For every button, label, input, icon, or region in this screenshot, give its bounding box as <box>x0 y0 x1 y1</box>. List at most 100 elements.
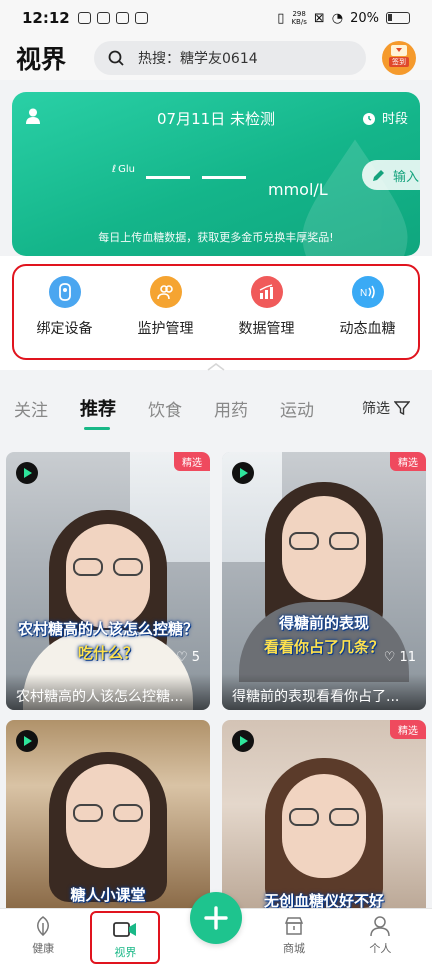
quick-menu: 绑定设备 监护管理 数据管理 N 动态血糖 <box>12 264 420 360</box>
leaf-icon <box>37 916 50 936</box>
data-management-button[interactable]: 数据管理 <box>216 266 317 358</box>
nav-label: 商城 <box>282 942 305 955</box>
featured-badge: 精选 <box>390 452 426 471</box>
battery-percent: 20% <box>350 10 379 26</box>
featured-badge: 精选 <box>174 452 210 471</box>
video-card[interactable]: 精选 农村糖高的人该怎么控糖？ 吃什么？ ♡ 5 农村糖高的人该怎么控糖... <box>6 452 210 710</box>
search-icon <box>108 50 124 66</box>
video-overlay-text: 无创血糖仪好不好 <box>263 892 384 908</box>
status-time: 12:12 <box>22 9 70 27</box>
signin-label: 签到 <box>389 57 409 67</box>
guardian-management-button[interactable]: 监护管理 <box>115 266 216 358</box>
glasses <box>73 804 143 822</box>
play-icon <box>16 462 38 484</box>
collapse-chevron-icon[interactable] <box>204 360 228 372</box>
video-card[interactable]: 精选 得糖前的表现 看看你占了几条？ ♡ 11 得糖前的表现看看你占了... <box>222 452 426 710</box>
filter-label: 筛选 <box>362 401 390 417</box>
quick-menu-label: 数据管理 <box>238 321 295 337</box>
sim-icon: ⊠ <box>313 10 325 26</box>
video-overlay-text: 得糖前的表现 <box>278 614 369 632</box>
tab-follow[interactable]: 关注 <box>14 396 48 421</box>
guardian-icon <box>149 276 182 308</box>
app-icon <box>115 12 129 24</box>
status-bar: 12:12 ▯ 298 KB/s ⊠ ◔ 20% <box>0 0 432 36</box>
device-icon <box>48 276 81 308</box>
alarm-clock-icon <box>362 112 375 125</box>
glasses <box>73 558 143 576</box>
quick-menu-label: 监护管理 <box>137 321 194 337</box>
filter-button[interactable]: 筛选 <box>362 398 410 418</box>
page-title: 视界 <box>16 45 67 74</box>
video-thumbnail: 糖人小课堂 <box>6 720 210 908</box>
period-selector[interactable]: 时段 <box>361 108 408 127</box>
input-button[interactable]: 输入 <box>362 160 420 190</box>
date-status: 07月11日 未检测 <box>157 110 275 128</box>
svg-text:N: N <box>360 288 367 299</box>
quick-menu-label: 动态血糖 <box>339 321 396 337</box>
glucose-value-placeholder <box>146 176 190 179</box>
video-overlay-text: 农村糖高的人该怎么控糖？ <box>17 620 198 638</box>
add-post-button[interactable] <box>190 892 242 944</box>
glucose-card[interactable]: 07月11日 未检测 时段 ℓ Glu mmol/L 输入 每日上传血糖数据，获… <box>12 92 420 256</box>
notification-icon <box>77 12 91 24</box>
battery-icon <box>386 12 410 24</box>
search-placeholder: 热搜：糖学友0614 <box>138 51 258 67</box>
plus-icon <box>204 906 228 930</box>
nav-vision[interactable]: 视界 <box>90 911 161 964</box>
nav-label: 视界 <box>114 946 137 959</box>
tab-medication[interactable]: 用药 <box>214 396 248 421</box>
notification-icons <box>77 12 148 24</box>
signal-icon: N <box>351 276 384 308</box>
reward-tip: 每日上传血糖数据，获取更多金币兑换丰厚奖品! <box>98 231 334 244</box>
video-title: 农村糖高的人该怎么控糖... <box>6 674 210 710</box>
heart-icon: ♡ <box>383 650 396 665</box>
nav-health[interactable]: 健康 <box>0 909 86 964</box>
tab-recommend[interactable]: 推荐 <box>80 395 116 430</box>
funnel-icon <box>394 401 410 416</box>
play-icon <box>232 730 254 752</box>
nav-label: 个人 <box>369 942 392 955</box>
video-thumbnail: 精选 得糖前的表现 看看你占了几条？ ♡ 11 得糖前的表现看看你占了... <box>222 452 426 710</box>
wechat-icon <box>96 12 110 24</box>
like-count[interactable]: ♡ 5 <box>176 650 200 665</box>
glasses <box>289 532 359 550</box>
play-icon <box>16 730 38 752</box>
nav-profile[interactable]: 个人 <box>337 909 423 964</box>
search-bar[interactable]: 热搜：糖学友0614 <box>94 41 367 75</box>
wifi-icon: ◔ <box>331 10 344 26</box>
glucose-unit: mmol/L <box>268 180 328 199</box>
video-overlay-text: 吃什么？ <box>77 644 138 662</box>
nav-label: 健康 <box>32 942 55 955</box>
nav-store[interactable]: 商城 <box>251 909 337 964</box>
person-icon <box>370 916 391 937</box>
play-icon <box>232 462 254 484</box>
bind-device-button[interactable]: 绑定设备 <box>14 266 115 358</box>
video-card[interactable]: 糖人小课堂 <box>6 720 210 908</box>
gift-tv-icon <box>391 45 407 56</box>
heart-icon: ♡ <box>176 650 188 665</box>
input-label: 输入 <box>393 169 420 185</box>
period-label: 时段 <box>381 112 408 127</box>
tab-diet[interactable]: 饮食 <box>148 396 182 421</box>
signin-button[interactable]: 签到 <box>382 41 416 75</box>
glucose-value-placeholder <box>202 176 246 179</box>
video-card[interactable]: 精选 无创血糖仪好不好 <box>222 720 426 908</box>
net-speed: 298 KB/s <box>291 10 307 26</box>
person-face <box>66 524 150 628</box>
app-icon <box>134 12 148 24</box>
like-count[interactable]: ♡ 11 <box>384 650 416 665</box>
video-thumbnail: 精选 无创血糖仪好不好 <box>222 720 426 908</box>
glasses <box>289 808 359 826</box>
featured-badge: 精选 <box>390 720 426 739</box>
chart-icon <box>250 276 283 308</box>
dynamic-glucose-button[interactable]: N 动态血糖 <box>317 266 418 358</box>
quick-menu-label: 绑定设备 <box>36 321 93 337</box>
category-tabs: 关注 推荐 饮食 用药 运动 筛选 <box>0 380 432 436</box>
glu-drop-icon: ℓ <box>112 164 117 175</box>
video-thumbnail: 精选 农村糖高的人该怎么控糖？ 吃什么？ ♡ 5 农村糖高的人该怎么控糖... <box>6 452 210 710</box>
tab-exercise[interactable]: 运动 <box>280 396 314 421</box>
store-icon <box>284 917 304 935</box>
app-header: 视界 热搜：糖学友0614 签到 <box>0 36 432 80</box>
vibrate-icon: ▯ <box>277 10 285 26</box>
video-title: 得糖前的表现看看你占了... <box>222 674 426 710</box>
